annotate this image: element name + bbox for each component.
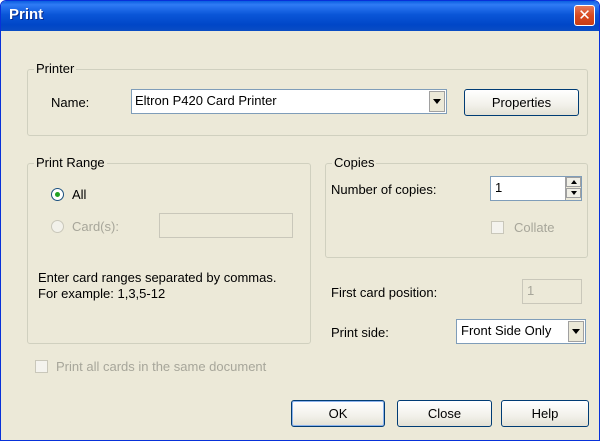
all-radio-label[interactable]: All [72, 187, 86, 202]
help-button[interactable]: Help [501, 400, 589, 427]
printer-legend: Printer [34, 61, 77, 76]
printer-name-select[interactable]: Eltron P420 Card Printer [131, 89, 447, 114]
range-hint-line1: Enter card ranges separated by commas. [38, 270, 277, 285]
printer-name-label: Name: [51, 95, 90, 110]
print-dialog: Print ✕ Printer Name: Eltron P420 Card P… [0, 0, 600, 441]
spin-up-icon[interactable] [566, 177, 581, 187]
same-document-checkbox[interactable] [35, 360, 48, 373]
print-side-label: Print side: [331, 325, 389, 340]
printer-name-value: Eltron P420 Card Printer [135, 93, 277, 108]
cards-radio[interactable] [51, 220, 64, 233]
print-side-value: Front Side Only [461, 323, 552, 338]
close-button[interactable]: Close [397, 400, 492, 427]
close-icon[interactable]: ✕ [574, 5, 595, 26]
radio-selected-dot [55, 192, 60, 197]
same-document-label[interactable]: Print all cards in the same document [56, 359, 266, 374]
ok-button[interactable]: OK [291, 400, 385, 427]
chevron-down-icon[interactable] [429, 91, 445, 112]
print-range-legend: Print Range [34, 155, 107, 170]
first-card-position-input[interactable]: 1 [522, 279, 582, 304]
spin-down-icon[interactable] [566, 188, 581, 198]
print-side-select[interactable]: Front Side Only [456, 319, 586, 344]
number-of-copies-value: 1 [495, 180, 503, 195]
print-range-group: Print Range [27, 155, 311, 344]
dialog-title: Print [9, 6, 44, 23]
copies-spinner[interactable] [565, 177, 581, 200]
cards-radio-label[interactable]: Card(s): [72, 219, 119, 234]
all-radio[interactable] [51, 188, 64, 201]
chevron-down-icon[interactable] [568, 321, 584, 342]
first-card-position-label: First card position: [331, 285, 438, 300]
properties-button[interactable]: Properties [464, 89, 579, 116]
number-of-copies-label: Number of copies: [331, 182, 437, 197]
collate-checkbox[interactable] [491, 221, 504, 234]
collate-label[interactable]: Collate [514, 220, 554, 235]
title-bar[interactable]: Print ✕ [1, 1, 599, 31]
cards-range-input[interactable] [159, 213, 293, 238]
number-of-copies-input[interactable]: 1 [490, 176, 582, 201]
range-hint-line2: For example: 1,3,5-12 [38, 286, 166, 301]
copies-legend: Copies [332, 155, 377, 170]
